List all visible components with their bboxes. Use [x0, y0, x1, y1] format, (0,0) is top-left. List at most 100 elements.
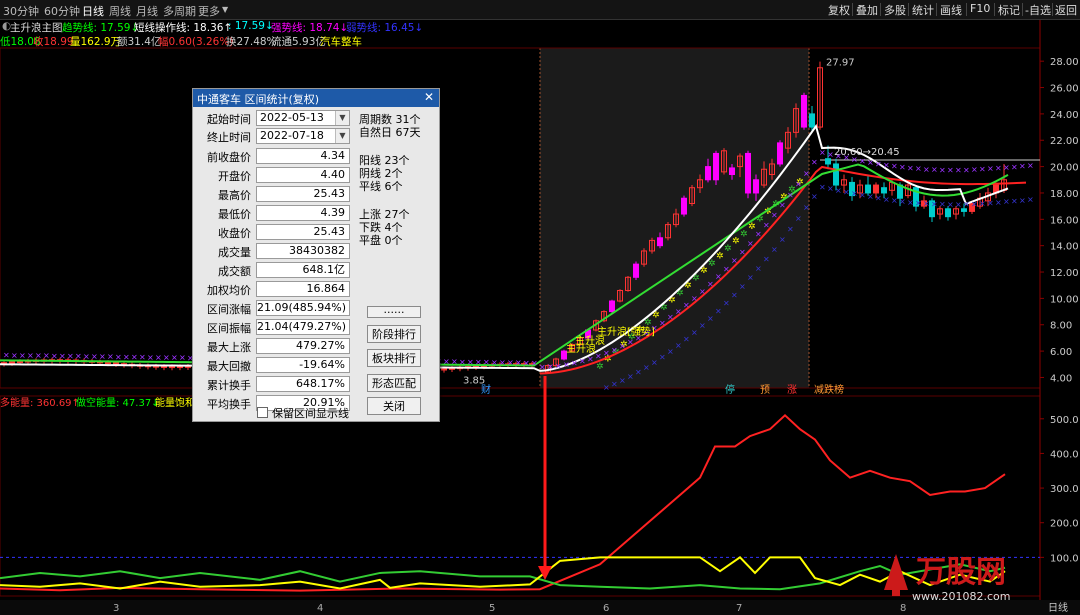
tab-more[interactable]: 更多 — [198, 3, 220, 19]
back-button[interactable]: 返回 — [1055, 2, 1077, 18]
more-button[interactable]: ...... — [367, 304, 421, 318]
stock-chart[interactable]: 28.00 26.00 24.00 22.00 20.00 18.00 16.00 14.00… — [0, 0, 1080, 615]
event-tag[interactable]: 财 — [481, 383, 491, 396]
candle-body[interactable] — [753, 179, 759, 194]
candle-body[interactable] — [705, 166, 711, 181]
field-value[interactable]: -19.64% — [256, 357, 350, 373]
event-tag[interactable]: 预 — [760, 384, 770, 396]
event-tag[interactable]: 减跌榜 — [814, 383, 844, 396]
f10-button[interactable]: F10 — [970, 2, 990, 15]
field-value[interactable]: 21.04(479.27%) — [256, 319, 350, 335]
draw-line-button[interactable]: 画线 — [940, 2, 962, 18]
tab-60min[interactable]: 60分钟 — [44, 3, 80, 19]
indicator-name[interactable]: 主升浪主图 — [10, 20, 63, 35]
field-value[interactable]: 16.864 — [256, 281, 350, 297]
candle-body[interactable] — [441, 368, 447, 371]
candle-body[interactable] — [777, 142, 783, 165]
candle-body[interactable] — [945, 208, 951, 218]
strong-marker: ✕ — [139, 353, 146, 362]
field-value[interactable]: 479.27% — [256, 338, 350, 354]
end-time-label: 终止时间 — [207, 131, 251, 144]
weak-marker: ✕ — [995, 198, 1002, 207]
field-value[interactable]: 38430382 — [256, 243, 350, 259]
strong-marker: ✕ — [515, 359, 522, 368]
statistics-button[interactable]: 统计 — [912, 2, 934, 18]
candle-body[interactable] — [881, 187, 887, 194]
candle-body[interactable] — [961, 208, 967, 212]
quote-sector[interactable]: 汽车整车 — [320, 34, 362, 49]
candle-body[interactable] — [745, 152, 751, 194]
candle-body[interactable] — [713, 152, 719, 181]
strong-marker: ✕ — [555, 362, 562, 371]
candle-body[interactable] — [633, 263, 639, 278]
candle-body[interactable] — [681, 197, 687, 215]
field-label: 最低价 — [218, 208, 251, 221]
watermark-logo: 万股网 www.201082.com — [884, 554, 1010, 603]
chevron-down-icon[interactable]: ▼ — [335, 129, 349, 143]
strong-marker: ✕ — [563, 361, 570, 370]
candle-body[interactable] — [825, 158, 831, 165]
event-tag[interactable]: 涨 — [787, 384, 797, 396]
candle-body[interactable] — [729, 167, 735, 176]
field-value[interactable]: 4.40 — [256, 167, 350, 183]
overlay-button[interactable]: 叠加 — [856, 2, 878, 18]
restore-rights-button[interactable]: 复权 — [828, 2, 850, 18]
candle-body[interactable] — [873, 184, 879, 194]
keep-range-checkbox[interactable]: 保留区间显示线 — [257, 405, 349, 421]
candle-body[interactable] — [113, 362, 119, 365]
tab-monthly[interactable]: 月线 — [136, 3, 158, 19]
checkbox-icon[interactable] — [257, 407, 268, 418]
start-time-picker[interactable]: 2022-05-13 ▼ — [256, 110, 350, 126]
close-button[interactable]: 关闭 — [367, 397, 421, 415]
field-value[interactable]: 4.34 — [256, 148, 350, 164]
field-value[interactable]: 25.43 — [256, 224, 350, 240]
strong-marker: ✕ — [699, 287, 706, 296]
weak-marker: ✕ — [787, 225, 794, 234]
strong-marker: ✕ — [771, 211, 778, 220]
tab-30min[interactable]: 30分钟 — [3, 3, 39, 19]
field-value[interactable]: 648.1亿 — [256, 262, 350, 278]
stage-ranking-button[interactable]: 阶段排行 — [367, 325, 421, 343]
pattern-match-button[interactable]: 形态匹配 — [367, 374, 421, 392]
weak-marker: ✕ — [763, 255, 770, 264]
strong-marker: ✕ — [883, 161, 890, 170]
strong-marker: ✕ — [595, 352, 602, 361]
field-value[interactable]: 25.43 — [256, 186, 350, 202]
weak-marker: ✕ — [667, 347, 674, 356]
close-icon[interactable]: ✕ — [423, 91, 435, 103]
multi-stock-button[interactable]: 多股 — [884, 2, 906, 18]
checkbox-label: 保留区间显示线 — [272, 407, 349, 420]
candle-body[interactable] — [9, 361, 15, 364]
candle-body[interactable] — [105, 361, 111, 365]
strong-marker: ✕ — [163, 353, 170, 362]
tab-weekly[interactable]: 周线 — [109, 3, 131, 19]
weak-marker: ✕ — [883, 195, 890, 204]
period-toolbar: 30分钟 60分钟 日线 周线 月线 多周期 更多 ▼ 复权 叠加 多股 统计 … — [0, 0, 1080, 20]
candle-body[interactable] — [809, 113, 815, 128]
weak-marker: ✕ — [819, 183, 826, 192]
candle-body[interactable] — [657, 237, 663, 247]
strong-marker: ✕ — [571, 359, 578, 368]
event-tag[interactable]: 停 — [725, 383, 735, 396]
legend-weak-line: 弱势线: 16.45↓ — [346, 22, 424, 34]
sector-ranking-button[interactable]: 板块排行 — [367, 349, 421, 367]
candle-body[interactable] — [833, 163, 839, 186]
candle-body[interactable] — [801, 94, 807, 128]
range-mark-label: 20.60→20.45 — [834, 147, 900, 158]
dialog-titlebar[interactable]: 中通客车 区间统计(复权) ✕ — [193, 89, 439, 107]
tab-daily[interactable]: 日线 — [82, 3, 104, 19]
field-value[interactable]: 648.17% — [256, 376, 350, 392]
tab-multi-period[interactable]: 多周期 — [163, 3, 196, 19]
long-energy-line — [0, 413, 1006, 592]
more-chevron-icon[interactable]: ▼ — [222, 5, 228, 14]
field-value[interactable]: 21.09(485.94%) — [256, 300, 350, 316]
weak-marker: ✕ — [707, 314, 714, 323]
mark-button[interactable]: 标记 — [998, 2, 1020, 18]
strong-marker: ✕ — [587, 355, 594, 364]
add-watchlist-button[interactable]: -自选 — [1025, 2, 1051, 18]
candle-body[interactable] — [609, 300, 615, 313]
weak-marker: ✕ — [931, 200, 938, 209]
field-value[interactable]: 4.39 — [256, 205, 350, 221]
chevron-down-icon[interactable]: ▼ — [335, 111, 349, 125]
end-time-picker[interactable]: 2022-07-18 ▼ — [256, 128, 350, 144]
